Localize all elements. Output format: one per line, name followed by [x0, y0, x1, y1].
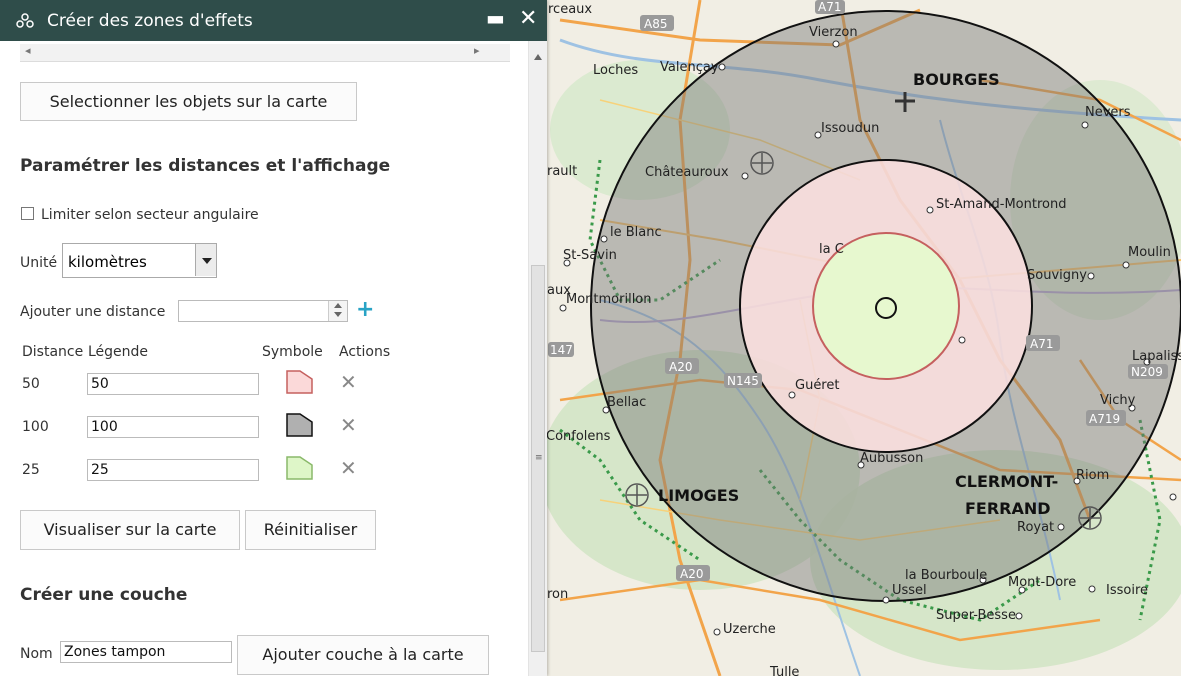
buffer-tool-icon [16, 13, 34, 28]
dialog-title: Créer des zones d'effets [47, 11, 253, 31]
row-distance: 25 [22, 462, 40, 478]
limit-angular-checkbox[interactable] [21, 207, 34, 220]
col-header-symbol: Symbole [262, 344, 323, 360]
city-label: FERRAND [965, 499, 1051, 518]
delete-row-icon[interactable]: ✕ [340, 456, 357, 480]
scroll-left-icon[interactable]: ◂ [25, 44, 31, 57]
city-label: Nevers [1085, 105, 1131, 120]
road-label: 147 [550, 343, 573, 357]
unit-label: Unité [20, 255, 58, 271]
unit-value: kilomètres [68, 253, 147, 271]
row-legend-input[interactable]: 100 [87, 416, 259, 438]
symbol-swatch-25[interactable] [284, 453, 314, 481]
layer-name-input[interactable]: Zones tampon [60, 641, 232, 663]
road-label: A85 [644, 17, 667, 31]
city-label: Bellac [607, 395, 646, 410]
chevron-down-icon[interactable] [195, 244, 216, 276]
dialog-content: ◂ ▸ Selectionner les objets sur la carte… [0, 41, 527, 676]
city-label: Issoire [1106, 583, 1148, 598]
row-distance: 100 [22, 419, 49, 435]
city-label: Châteauroux [645, 165, 729, 180]
city-label: Guéret [795, 378, 839, 393]
road-label: N145 [727, 374, 759, 388]
city-label: Souvigny [1027, 268, 1087, 283]
symbol-swatch-50[interactable] [284, 367, 314, 395]
unit-select[interactable]: kilomètres [62, 243, 217, 278]
params-heading: Paramétrer les distances et l'affichage [20, 156, 391, 176]
city-label: ron [547, 587, 568, 602]
city-label: Moulin [1128, 245, 1171, 260]
horizontal-scrollbar[interactable]: ◂ ▸ [20, 44, 510, 62]
city-label: Lapalisse [1132, 349, 1181, 364]
limit-angular-label: Limiter selon secteur angulaire [41, 207, 259, 223]
grip-icon: ≡ [535, 453, 543, 463]
city-label: BOURGES [913, 70, 1000, 89]
road-label: A719 [1089, 412, 1120, 426]
dialog-titlebar[interactable]: Créer des zones d'effets ▬ ✕ [0, 0, 547, 41]
minimize-icon[interactable]: ▬ [486, 6, 505, 30]
spinner-icon[interactable] [328, 301, 347, 321]
layer-heading: Créer une couche [20, 585, 188, 605]
col-header-legend: Légende [88, 344, 149, 360]
city-label: Vichy [1100, 393, 1136, 408]
scroll-right-icon[interactable]: ▸ [474, 44, 480, 57]
city-label: CLERMONT- [955, 472, 1058, 491]
col-header-actions: Actions [339, 344, 391, 360]
road-label: A71 [1030, 337, 1053, 351]
city-label: LIMOGES [658, 486, 739, 505]
city-label: Issoudun [821, 121, 879, 136]
reset-button[interactable]: Réinitialiser [245, 510, 376, 550]
city-label: rceaux [548, 2, 592, 17]
city-label: Montmorillon [566, 292, 652, 307]
vertical-scrollbar[interactable]: ≡ [528, 41, 547, 676]
city-label: Vierzon [809, 25, 858, 40]
city-label: Riom [1076, 468, 1109, 483]
add-distance-label: Ajouter une distance [20, 304, 166, 320]
visualize-button[interactable]: Visualiser sur la carte [20, 510, 240, 550]
distance-input[interactable] [178, 300, 348, 322]
city-label: Loches [593, 63, 638, 78]
city-label: Ussel [892, 583, 927, 598]
row-legend-input[interactable]: 25 [87, 459, 259, 481]
city-label: Tulle [769, 665, 799, 676]
name-label: Nom [20, 646, 53, 662]
road-label: N209 [1131, 365, 1163, 379]
delete-row-icon[interactable]: ✕ [340, 413, 357, 437]
road-label: A71 [818, 0, 841, 14]
scroll-up-icon[interactable] [534, 54, 542, 60]
city-label: aux [547, 283, 571, 298]
col-header-distance: Distance [22, 344, 84, 360]
select-objects-button[interactable]: Selectionner les objets sur la carte [20, 82, 357, 121]
city-label: la C [819, 242, 844, 257]
city-label: Confolens [546, 429, 611, 444]
road-label: A20 [680, 567, 703, 581]
city-label: Mont-Dore [1008, 575, 1076, 590]
city-label: St-Savin [563, 248, 617, 263]
city-label: Uzerche [723, 622, 776, 637]
add-distance-plus-icon[interactable]: + [356, 297, 374, 322]
road-label: A20 [669, 360, 692, 374]
row-legend-input[interactable]: 50 [87, 373, 259, 395]
delete-row-icon[interactable]: ✕ [340, 370, 357, 394]
row-distance: 50 [22, 376, 40, 392]
city-label: Aubusson [860, 451, 923, 466]
add-layer-button[interactable]: Ajouter couche à la carte [237, 635, 489, 675]
city-label: St-Amand-Montrond [936, 197, 1066, 212]
city-label: le Blanc [610, 225, 662, 240]
symbol-swatch-100[interactable] [284, 410, 314, 438]
city-label: Valençay [660, 60, 719, 75]
effect-zones-dialog: Créer des zones d'effets ▬ ✕ ◂ ▸ Selecti… [0, 0, 547, 676]
city-label: la Bourboule [905, 568, 987, 583]
close-icon[interactable]: ✕ [519, 6, 537, 31]
city-label: Royat [1017, 520, 1054, 535]
city-label: rault [547, 164, 577, 179]
city-label: Super-Besse [936, 608, 1016, 623]
